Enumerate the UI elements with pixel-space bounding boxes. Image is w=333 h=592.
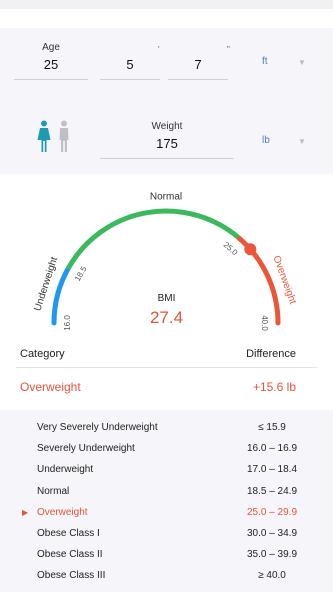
weight-field[interactable]: Weight 175: [100, 121, 234, 159]
weight-underline: [100, 158, 234, 159]
table-row-range: 18.5 – 24.9: [246, 485, 298, 497]
age-value[interactable]: 25: [14, 57, 88, 72]
table-row-range: ≤ 15.9: [258, 422, 286, 433]
table-row: Severely Underweight 16.0 – 16.9: [0, 439, 333, 460]
gauge-arc-normal: [66, 208, 242, 270]
table-row-category: Underweight: [37, 464, 94, 476]
height-inches-field[interactable]: 7: [168, 42, 228, 80]
height-feet-field[interactable]: 5: [100, 42, 160, 80]
difference-header: Difference: [246, 348, 296, 360]
table-row: Very Severely Underweight ≤ 15.9: [0, 418, 333, 439]
category-result: Overweight: [20, 380, 81, 394]
bmi-category-table: Very Severely Underweight ≤ 15.9 Severely …: [0, 410, 333, 592]
header-divider: [16, 367, 317, 368]
table-row: Obese Class II 35.0 – 39.9: [0, 545, 333, 566]
height-feet-value[interactable]: 5: [100, 57, 160, 72]
top-app-bar: [0, 0, 333, 9]
gauge-tick-label: 25.0: [222, 240, 240, 257]
table-row-range: 17.0 – 18.4: [246, 464, 298, 476]
table-row-category: Normal: [37, 485, 70, 497]
table-row-category: Severely Underweight: [37, 443, 135, 455]
age-field[interactable]: Age 25: [14, 42, 88, 80]
triangle-right-icon: ▶: [22, 507, 29, 517]
gender-selector[interactable]: [36, 120, 76, 154]
bmi-label: BMI: [157, 293, 176, 304]
table-row-range: 16.0 – 16.9: [246, 443, 298, 455]
table-row: Normal 18.5 – 24.9: [0, 482, 333, 503]
bmi-value: 27.4: [149, 308, 184, 327]
height-unit-select[interactable]: ft: [262, 56, 268, 67]
table-row-range: ≥ 40.0: [258, 570, 286, 582]
table-row-category: Obese Class II: [37, 549, 103, 561]
gauge-label-normal: Normal: [150, 192, 182, 203]
table-row: Obese Class III ≥ 40.0: [0, 566, 333, 587]
table-row: Obese Class I 30.0 – 34.9: [0, 524, 333, 545]
weight-unit-select[interactable]: lb: [262, 135, 270, 146]
gauge-value-marker: [244, 243, 257, 256]
table-row-range: 25.0 – 29.9: [246, 506, 298, 518]
table-row-range: 30.0 – 34.9: [246, 528, 298, 539]
age-label: Age: [42, 42, 60, 53]
difference-result: +15.6 lb: [252, 380, 296, 394]
female-figure-icon[interactable]: [37, 120, 51, 153]
table-row: ▶ Overweight 25.0 – 29.9: [0, 503, 333, 524]
weight-value[interactable]: 175: [100, 136, 234, 151]
height-feet-underline: [100, 79, 160, 80]
table-row-category: Obese Class III: [37, 570, 106, 582]
inputs-panel: Age 25 5 ' 7 " ft ▼ Weight 175 lb ▼: [0, 28, 333, 174]
weight-label: Weight: [151, 121, 183, 132]
height-inches-value[interactable]: 7: [168, 57, 228, 72]
category-header: Category: [20, 348, 65, 360]
table-row-category: Obese Class I: [37, 528, 100, 539]
feet-mark: ': [158, 45, 160, 54]
table-row-category: Very Severely Underweight: [37, 422, 158, 433]
table-row-category: Overweight: [37, 506, 88, 518]
male-figure-icon[interactable]: [59, 120, 69, 153]
gauge-tick-label: 18.5: [73, 264, 89, 282]
chevron-down-icon[interactable]: ▼: [298, 137, 306, 146]
table-row-range: 35.0 – 39.9: [246, 549, 298, 561]
height-inches-underline: [168, 79, 228, 80]
chevron-down-icon[interactable]: ▼: [298, 58, 306, 67]
table-row: Underweight 17.0 – 18.4: [0, 460, 333, 481]
age-underline: [14, 79, 88, 80]
inches-mark: ": [227, 45, 230, 54]
